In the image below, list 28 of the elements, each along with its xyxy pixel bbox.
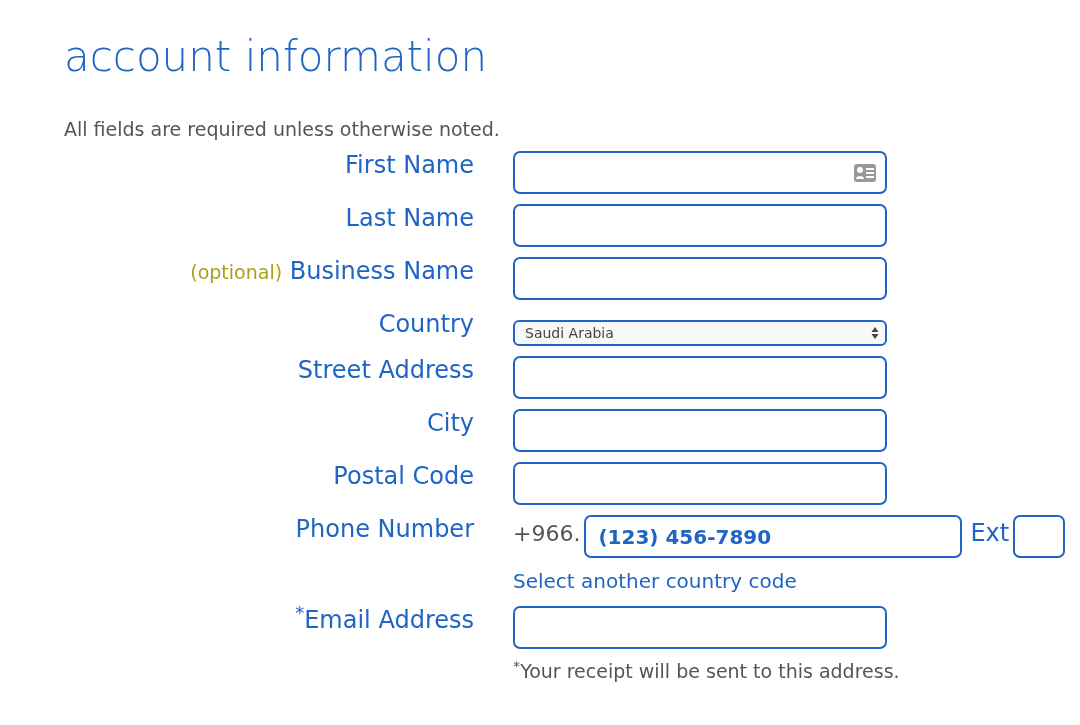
country-code-link[interactable]: Select another country code xyxy=(513,566,797,597)
help-text: $^{*}$Your receipt will be sent to this address. xyxy=(513,657,900,685)
text-field[interactable] xyxy=(513,257,887,301)
ext-label: Ext xyxy=(970,518,1010,550)
field-label: Postal Code xyxy=(333,462,474,491)
page-title: account information xyxy=(64,32,489,83)
field-label: Phone Number xyxy=(295,515,474,544)
text-field[interactable] xyxy=(513,409,887,453)
field-label: First Name xyxy=(345,151,474,180)
field-label: $^{*}$Email Address xyxy=(295,606,474,635)
field-label: Street Address xyxy=(297,356,474,385)
text-field[interactable] xyxy=(513,204,887,248)
field-label: Last Name xyxy=(345,204,474,233)
ext-field[interactable] xyxy=(1013,515,1066,559)
contact-card-icon xyxy=(853,162,877,183)
text-field[interactable] xyxy=(513,462,887,506)
country-select[interactable]: Saudi Arabia xyxy=(513,320,887,347)
field-label: City xyxy=(426,409,474,438)
stepper-arrows-icon xyxy=(871,326,879,341)
field-label: Business Name xyxy=(289,257,474,286)
phone-field[interactable]: (123) 456-7890 xyxy=(584,515,963,559)
text-field[interactable] xyxy=(513,151,887,195)
optional-label: (optional) xyxy=(190,261,283,284)
field-label: Country xyxy=(378,310,474,339)
text-field[interactable] xyxy=(513,356,887,400)
intro-text: All fields are required unless otherwise noted. xyxy=(64,118,501,142)
phone-prefix: +966. xyxy=(513,520,581,549)
text-field[interactable] xyxy=(513,606,887,650)
